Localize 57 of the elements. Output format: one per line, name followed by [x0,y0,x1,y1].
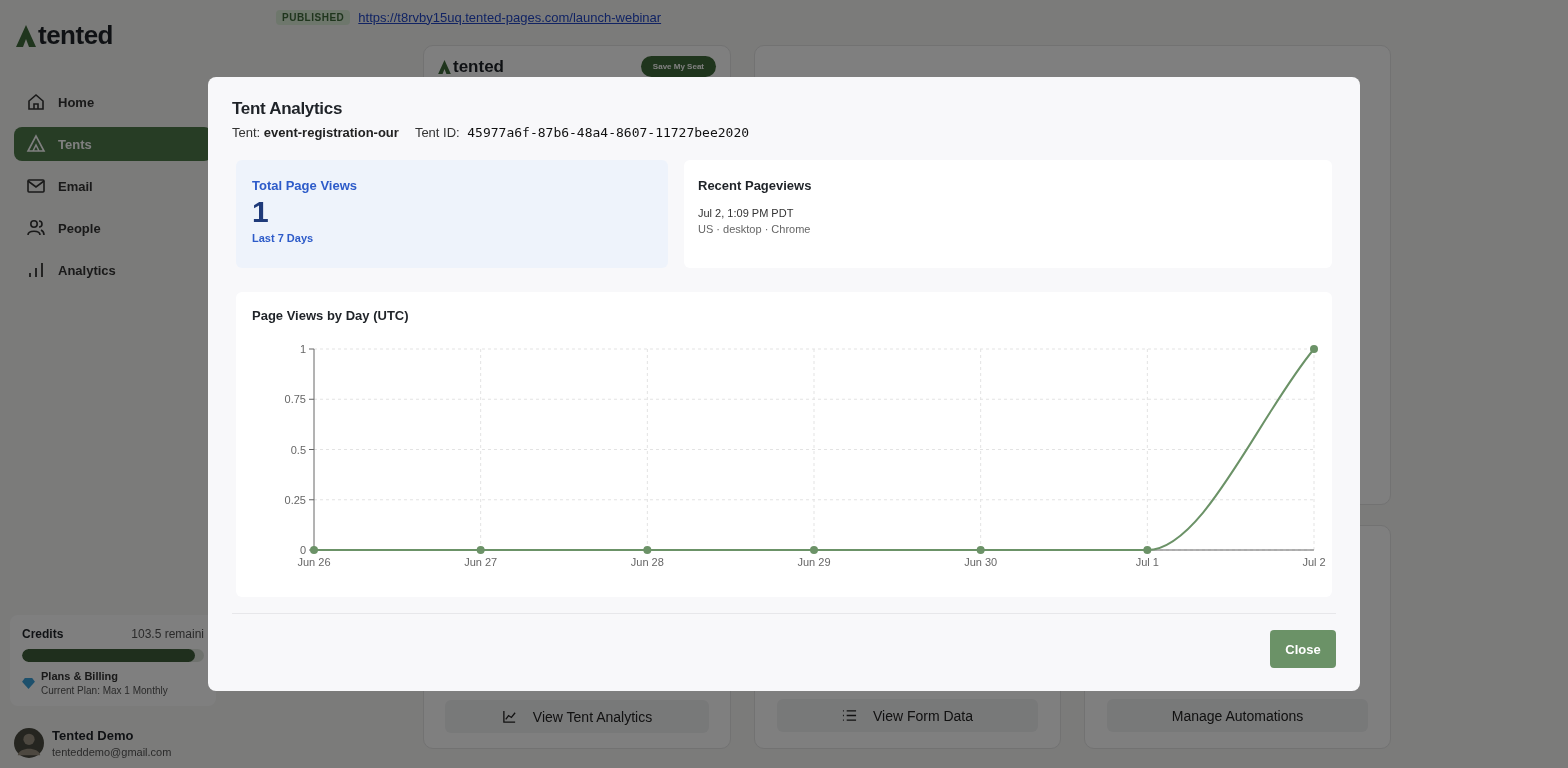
x-tick-label: Jun 29 [797,556,831,568]
x-tick-label: Jun 27 [464,556,498,568]
action-button[interactable]: View Form Data [777,699,1038,732]
y-tick-label: 1 [299,343,306,355]
save-seat-button[interactable]: Save My Seat [640,56,716,77]
close-button[interactable]: Close [1270,630,1336,668]
data-point [310,546,318,554]
data-point [1310,345,1318,353]
nav-item[interactable]: People [14,211,212,245]
tent-name: Tent: event-registration-our [232,125,399,140]
card-title: Recent Pageviews [698,178,813,193]
pageview-time: Jul 2, 1:09 PM PDT [698,207,795,219]
mail-icon [26,176,46,196]
page-url-link[interactable]: https://t8rvby15uq.tented-pages.com/launch-webinar [358,9,662,25]
tent-id: Tent ID: 45977a6f-87b6-48a4-8607-11727bee2020 [414,125,750,140]
home-icon [26,92,46,112]
tent-icon [26,134,46,154]
pageview-details: US · desktop · Chrome [698,223,812,235]
bar-chart-icon [26,260,46,280]
data-point [476,546,485,554]
x-tick-label: Jun 30 [964,556,998,568]
tented-logo[interactable]: tented [14,20,212,51]
nav-item[interactable]: Analytics [14,253,212,287]
user-name: Tented Demo [52,728,135,743]
nav-item[interactable]: Home [14,85,212,119]
dialog-title: Tent Analytics [232,99,344,119]
people-icon [26,218,46,238]
x-tick-label: Jun 26 [297,556,331,568]
stat-label: Total Page Views [252,178,358,193]
y-tick-label: 0.75 [284,393,306,406]
action-button[interactable]: View Tent Analytics [445,700,709,733]
user-email: tenteddemo@gmail.com [52,746,172,758]
x-tick-label: Jul 1 [1135,556,1159,568]
stat-caption: Last 7 Days [252,232,315,244]
avatar [14,728,44,758]
x-tick-label: Jun 28 [630,556,664,568]
data-point [810,546,818,554]
y-tick-label: 0.25 [284,493,306,506]
data-point [1143,546,1152,554]
y-tick-label: 0.5 [290,443,306,456]
chart-title: Page Views by Day (UTC) [252,308,410,323]
stat-value: 1 [252,195,270,229]
diamond-icon [22,677,35,689]
data-point [643,546,652,554]
tented-logo: tented [438,56,504,77]
plans-billing-link[interactable]: Plans & Billing [41,670,168,682]
credits-remaining: 103.5 remaini [131,627,204,641]
status-badge: PUBLISHED [276,9,351,25]
credits-label: Credits [22,627,64,641]
line-chart-icon [501,709,517,724]
list-icon [841,708,857,723]
nav-item[interactable]: Email [14,169,212,203]
action-button[interactable]: Manage Automations [1107,699,1368,732]
y-tick-label: 0 [299,544,306,556]
current-plan: Current Plan: Max 1 Monthly [41,685,168,696]
data-point [976,546,985,554]
x-tick-label: Jul 2 [1302,556,1326,568]
